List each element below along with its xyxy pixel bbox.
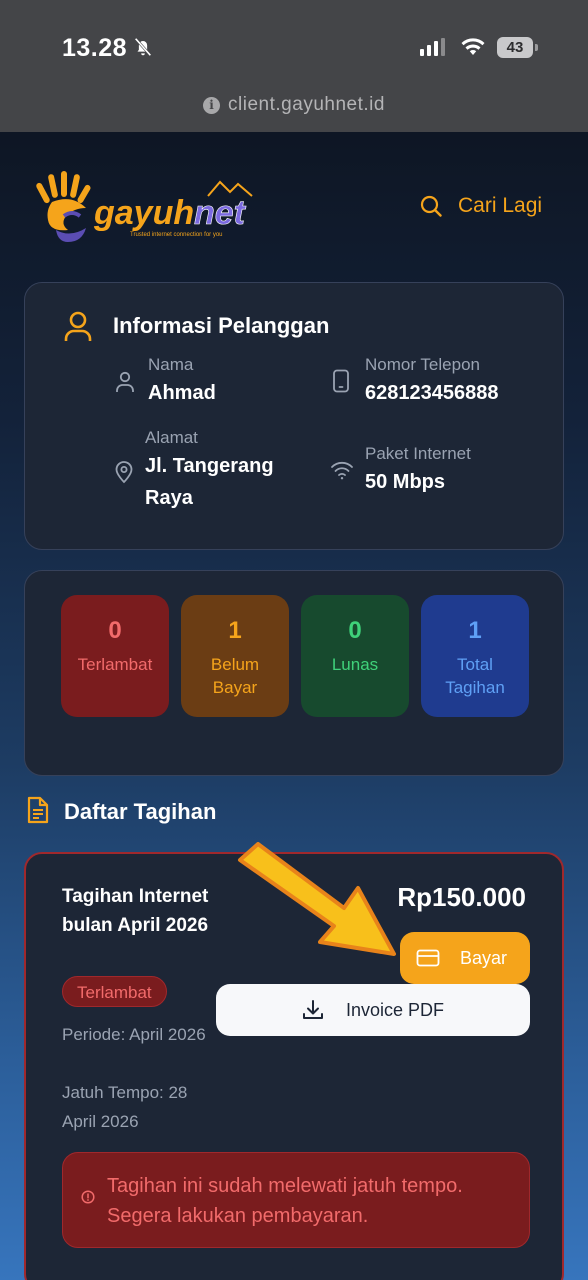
credit-card-icon (416, 949, 440, 967)
bell-muted-icon (134, 37, 152, 57)
battery-indicator: 43 (497, 37, 533, 58)
gayuhnet-logo[interactable]: gayuh net Trusted internet connection fo… (30, 168, 270, 248)
logo-text-gayuh: gayuh (93, 194, 194, 232)
alert-circle-icon (81, 1190, 95, 1204)
page-content: gayuh net Trusted internet connection fo… (0, 132, 588, 1280)
stat-late: 0 Terlambat (61, 595, 169, 717)
customer-info-title: Informasi Pelanggan (113, 313, 330, 338)
stat-total: 1 Total Tagihan (421, 595, 529, 717)
stat-late-label: Terlambat (77, 655, 153, 674)
stat-late-count: 0 (108, 617, 122, 644)
package-value: 50 Mbps (365, 471, 446, 493)
search-again-link[interactable]: Cari Lagi (420, 194, 542, 218)
location-pin-icon (115, 461, 133, 484)
stat-paid-label: Lunas (331, 655, 379, 674)
name-value: Ahmad (148, 382, 216, 404)
stat-total-label-line1: Total (457, 655, 493, 674)
bill-amount: Rp150.000 (397, 882, 526, 912)
stat-unpaid-count: 1 (228, 617, 242, 644)
person-icon (116, 371, 134, 392)
address-line1: Jl. Tangerang (145, 455, 274, 477)
wifi-package-icon (331, 461, 353, 480)
invoice-pdf-button[interactable]: Invoice PDF (216, 984, 530, 1036)
overdue-alert-text: Tagihan ini sudah melewati jatuh tempo. … (107, 1175, 463, 1227)
bill-stats-card: 0 Terlambat 1 Belum Bayar 0 Lunas 1 Tota… (24, 570, 564, 776)
phone-value: 628123456888 (365, 382, 499, 404)
bills-section-title: Daftar Tagihan (64, 799, 217, 824)
status-time: 13.28 (62, 34, 128, 62)
download-icon (302, 1000, 323, 1019)
stat-total-label-line2: Tagihan (445, 678, 505, 697)
customer-info-card: Informasi Pelanggan Nama Ahmad Nomor Tel… (24, 282, 564, 550)
annotation-arrow-icon (238, 842, 396, 956)
logo-text-net: net (194, 194, 247, 232)
status-badge: Terlambat (62, 976, 167, 1007)
pay-button-label[interactable]: Bayar (460, 948, 507, 969)
stat-unpaid: 1 Belum Bayar (181, 595, 289, 717)
bill-period: Periode: April 2026 (62, 1025, 206, 1044)
user-icon (64, 311, 92, 341)
invoice-pdf-label[interactable]: Invoice PDF (346, 1000, 444, 1021)
name-label: Nama (148, 355, 194, 374)
address-line2: Raya (145, 487, 193, 509)
cellular-signal-icon (420, 38, 445, 56)
phone-label: Nomor Telepon (365, 355, 480, 374)
info-icon[interactable]: i (203, 96, 221, 114)
stat-total-count: 1 (468, 617, 482, 644)
wifi-icon (461, 38, 485, 55)
phone-icon (333, 369, 349, 393)
url-text[interactable]: client.gayuhnet.id (228, 94, 385, 116)
bill-title: Tagihan Internet bulan April 2026 (62, 886, 209, 936)
address-label: Alamat (145, 428, 198, 447)
stat-unpaid-label-line2: Bayar (212, 678, 258, 697)
stat-paid: 0 Lunas (301, 595, 409, 717)
overdue-alert: Tagihan ini sudah melewati jatuh tempo. … (62, 1152, 530, 1248)
stat-paid-count: 0 (348, 617, 362, 644)
package-label: Paket Internet (365, 444, 471, 463)
bill-due-date: Jatuh Tempo: 28 April 2026 (62, 1083, 188, 1131)
search-again-label[interactable]: Cari Lagi (458, 194, 542, 218)
browser-url-bar[interactable]: i client.gayuhnet.id (0, 92, 588, 132)
document-icon (27, 796, 49, 824)
logo-tagline: Trusted internet connection for you (130, 232, 223, 238)
battery-tip (535, 44, 538, 51)
pay-button[interactable]: Bayar (400, 932, 530, 984)
stat-unpaid-label-line1: Belum (210, 655, 260, 674)
search-icon (420, 195, 442, 217)
status-bar: 13.28 43 (0, 0, 588, 92)
